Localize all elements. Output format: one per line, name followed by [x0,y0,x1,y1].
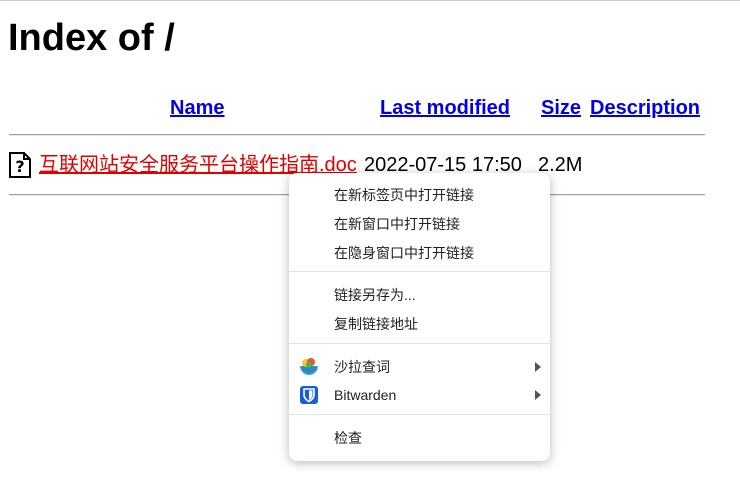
menu-item-label: 在新标签页中打开链接 [334,187,474,203]
header-divider [9,134,705,136]
svg-text:?: ? [15,157,24,176]
chevron-right-icon [535,390,541,400]
top-border [0,0,740,1]
column-header-size[interactable]: Size [541,96,581,120]
menu-separator [289,271,550,272]
bitwarden-shield-icon [299,385,319,405]
menu-item-open-incognito[interactable]: 在隐身窗口中打开链接 [289,239,550,267]
menu-item-open-new-window[interactable]: 在新窗口中打开链接 [289,210,550,238]
menu-separator [289,414,550,415]
menu-item-shala-lookup[interactable]: 沙拉查词 [289,353,550,381]
context-menu: 在新标签页中打开链接 在新窗口中打开链接 在隐身窗口中打开链接 链接另存为...… [289,173,550,461]
page-title: Index of / [8,17,175,59]
menu-item-bitwarden[interactable]: Bitwarden [289,381,550,409]
menu-item-save-link-as[interactable]: 链接另存为... [289,281,550,309]
menu-item-label: 在隐身窗口中打开链接 [334,245,474,261]
menu-item-open-new-tab[interactable]: 在新标签页中打开链接 [289,181,550,209]
menu-item-copy-link[interactable]: 复制链接地址 [289,310,550,338]
menu-item-label: 沙拉查词 [334,359,390,375]
column-header-last-modified[interactable]: Last modified [380,96,510,120]
unknown-file-icon: ? [9,152,31,178]
column-header-description[interactable]: Description [590,96,700,120]
menu-item-label: 链接另存为... [334,287,416,303]
chevron-right-icon [535,362,541,372]
menu-item-inspect[interactable]: 检查 [289,424,550,452]
menu-separator [289,343,550,344]
menu-item-label: 复制链接地址 [334,316,418,332]
saladict-icon [299,357,319,377]
menu-item-label: Bitwarden [334,387,397,403]
menu-item-label: 在新窗口中打开链接 [334,216,460,232]
column-header-name[interactable]: Name [170,96,224,120]
menu-item-label: 检查 [334,430,362,446]
